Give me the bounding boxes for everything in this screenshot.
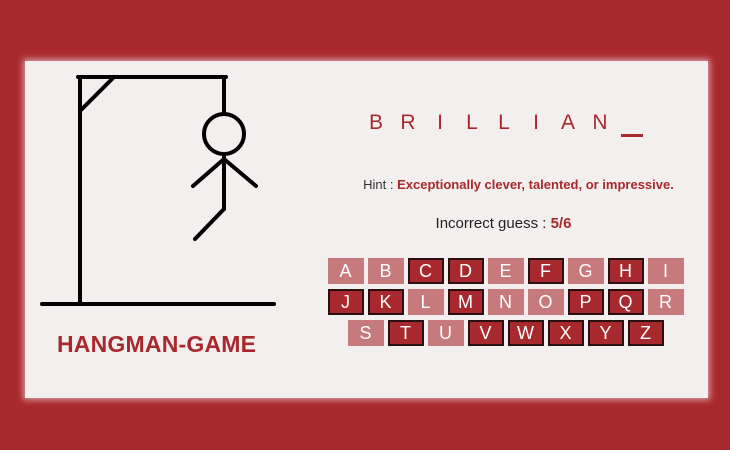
key-x[interactable]: X: [547, 320, 584, 346]
key-s[interactable]: S: [347, 320, 384, 346]
key-l[interactable]: L: [407, 289, 444, 315]
key-e[interactable]: E: [487, 258, 524, 284]
key-o[interactable]: O: [527, 289, 564, 315]
word-letter-blank: [621, 109, 643, 137]
word-letter: B: [368, 111, 383, 134]
gallows-brace: [78, 75, 116, 113]
key-k[interactable]: K: [367, 289, 404, 315]
key-v[interactable]: V: [467, 320, 504, 346]
word-letter: A: [560, 111, 575, 134]
key-c[interactable]: C: [407, 258, 444, 284]
word-letter: R: [400, 111, 416, 134]
key-w[interactable]: W: [507, 320, 544, 346]
key-i[interactable]: I: [647, 258, 684, 284]
letter-keyboard: ABCDEFGHI JKLMNOPQR STUVWXYZ: [317, 258, 694, 346]
word-letter: N: [592, 111, 608, 134]
word-letter: I: [533, 111, 539, 134]
key-t[interactable]: T: [387, 320, 424, 346]
hangman-head: [202, 112, 246, 156]
game-title: HANGMAN-GAME: [57, 331, 257, 357]
key-b[interactable]: B: [367, 258, 404, 284]
word-letter: L: [466, 111, 478, 134]
word-display: BRILLIAN: [365, 109, 653, 137]
key-u[interactable]: U: [427, 320, 464, 346]
hint: Hint : Exceptionally clever, talented, o…: [25, 177, 708, 192]
key-m[interactable]: M: [447, 289, 484, 315]
key-p[interactable]: P: [567, 289, 604, 315]
key-n[interactable]: N: [487, 289, 524, 315]
incorrect-guess-value: 5/6: [550, 215, 572, 232]
game-panel: HANGMAN-GAME BRILLIAN Hint : Exceptional…: [25, 61, 708, 398]
key-z[interactable]: Z: [627, 320, 664, 346]
key-j[interactable]: J: [327, 289, 364, 315]
key-g[interactable]: G: [567, 258, 604, 284]
word-letter: I: [437, 111, 443, 134]
key-h[interactable]: H: [607, 258, 644, 284]
key-q[interactable]: Q: [607, 289, 644, 315]
hint-text: Exceptionally clever, talented, or impre…: [397, 177, 674, 192]
word-letter: L: [498, 111, 510, 134]
incorrect-guess-counter: Incorrect guess : 5/6: [25, 215, 708, 232]
key-a[interactable]: A: [327, 258, 364, 284]
hint-label: Hint :: [363, 177, 394, 192]
key-y[interactable]: Y: [587, 320, 624, 346]
key-f[interactable]: F: [527, 258, 564, 284]
key-d[interactable]: D: [447, 258, 484, 284]
key-r[interactable]: R: [647, 289, 684, 315]
incorrect-guess-label: Incorrect guess :: [435, 215, 547, 232]
